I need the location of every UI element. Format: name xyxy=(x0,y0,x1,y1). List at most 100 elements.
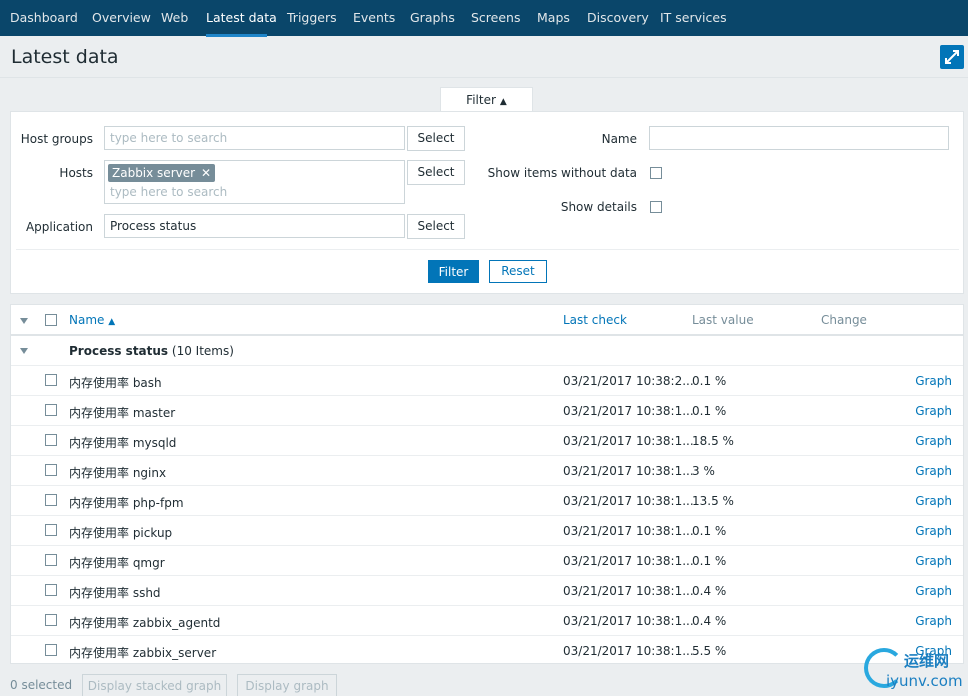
row-checkbox[interactable] xyxy=(45,434,57,446)
application-input[interactable]: Process status xyxy=(104,214,405,238)
item-last-check: 03/21/2017 10:38:1... xyxy=(563,554,694,568)
item-name: 内存使用率 master xyxy=(69,406,176,420)
graph-link[interactable]: Graph xyxy=(915,404,952,418)
item-last-value: 0.4 % xyxy=(692,614,727,628)
nav-events[interactable]: Events xyxy=(353,10,395,25)
filter-tab[interactable]: Filter ▲ xyxy=(440,87,533,112)
remove-chip-icon[interactable]: ✕ xyxy=(201,166,211,180)
row-checkbox[interactable] xyxy=(45,614,57,626)
graph-link[interactable]: Graph xyxy=(915,554,952,568)
graph-link[interactable]: Graph xyxy=(915,494,952,508)
host-chip: Zabbix server ✕ xyxy=(108,164,216,182)
item-name: 内存使用率 sshd xyxy=(69,586,161,600)
nav-screens[interactable]: Screens xyxy=(471,10,521,25)
graph-link[interactable]: Graph xyxy=(915,614,952,628)
header-change: Change xyxy=(821,313,867,327)
nav-web[interactable]: Web xyxy=(161,10,188,25)
group-title: Process status (10 Items) xyxy=(69,344,234,358)
item-last-value: 18.5 % xyxy=(692,434,734,448)
caret-up-icon: ▲ xyxy=(499,97,507,107)
collapse-all-icon[interactable] xyxy=(20,318,28,324)
table-row: 内存使用率 master 03/21/2017 10:38:1... 0.1 % Gr… xyxy=(11,396,963,426)
sort-asc-icon: ▲ xyxy=(108,317,116,327)
row-checkbox[interactable] xyxy=(45,404,57,416)
nav-overview[interactable]: Overview xyxy=(92,10,151,25)
graph-link[interactable]: Graph xyxy=(915,374,952,388)
watermark-en: iyunv.com xyxy=(886,672,963,690)
item-last-check: 03/21/2017 10:38:1... xyxy=(563,584,694,598)
item-name: 内存使用率 php-fpm xyxy=(69,496,184,510)
item-last-value: 5.5 % xyxy=(692,644,727,658)
item-name: 内存使用率 zabbix_server xyxy=(69,646,217,660)
hosts-select-button[interactable]: Select xyxy=(407,160,465,185)
host-groups-input[interactable]: type here to search xyxy=(104,126,405,150)
item-name: 内存使用率 nginx xyxy=(69,466,167,480)
item-last-check: 03/21/2017 10:38:1... xyxy=(563,614,694,628)
collapse-group-icon[interactable] xyxy=(20,348,28,354)
show-details-checkbox[interactable] xyxy=(650,201,662,213)
fullscreen-button[interactable] xyxy=(940,45,964,69)
display-graph-button[interactable]: Display graph xyxy=(237,674,337,696)
item-last-check: 03/21/2017 10:38:1... xyxy=(563,524,694,538)
nav-it-services[interactable]: IT services xyxy=(660,10,727,25)
table-row: 内存使用率 pickup 03/21/2017 10:38:1... 0.1 % Gr… xyxy=(11,516,963,546)
filter-divider xyxy=(16,249,959,250)
item-last-value: 0.4 % xyxy=(692,584,727,598)
name-label: Name xyxy=(601,132,637,146)
graph-link[interactable]: Graph xyxy=(915,434,952,448)
table-row: 内存使用率 nginx 03/21/2017 10:38:1... 3 % Graph xyxy=(11,456,963,486)
application-select-button[interactable]: Select xyxy=(407,214,465,239)
watermark-logo: 运维网 iyunv.com xyxy=(864,648,968,696)
item-last-check: 03/21/2017 10:38:1... xyxy=(563,434,694,448)
nav-maps[interactable]: Maps xyxy=(537,10,570,25)
hosts-multiselect[interactable]: Zabbix server ✕ type here to search xyxy=(104,160,405,204)
graph-link[interactable]: Graph xyxy=(915,584,952,598)
graph-link[interactable]: Graph xyxy=(915,524,952,538)
table-row: 内存使用率 qmgr 03/21/2017 10:38:1... 0.1 % Grap… xyxy=(11,546,963,576)
nav-graphs[interactable]: Graphs xyxy=(410,10,455,25)
item-last-value: 0.1 % xyxy=(692,554,727,568)
latest-data-table: Name ▲ Last check Last value Change Proc… xyxy=(10,304,964,664)
graph-link[interactable]: Graph xyxy=(915,464,952,478)
item-last-value: 3 % xyxy=(692,464,715,478)
show-details-label: Show details xyxy=(560,200,637,214)
hosts-search-input[interactable]: type here to search xyxy=(110,185,227,199)
header-last-check[interactable]: Last check xyxy=(563,313,627,327)
application-label: Application xyxy=(25,220,93,234)
host-groups-label: Host groups xyxy=(20,132,93,146)
header-name-label: Name xyxy=(69,313,105,327)
header-name[interactable]: Name ▲ xyxy=(69,313,115,327)
item-last-check: 03/21/2017 10:38:1... xyxy=(563,494,694,508)
filter-panel: Host groups type here to search Select H… xyxy=(10,111,964,294)
item-name: 内存使用率 mysqld xyxy=(69,436,177,450)
page-title: Latest data xyxy=(11,46,119,68)
show-without-data-checkbox[interactable] xyxy=(650,167,662,179)
table-row: 内存使用率 zabbix_server 03/21/2017 10:38:1...… xyxy=(11,636,963,663)
table-row: 内存使用率 php-fpm 03/21/2017 10:38:1... 13.5 %… xyxy=(11,486,963,516)
item-last-value: 0.1 % xyxy=(692,524,727,538)
name-input[interactable] xyxy=(649,126,949,150)
reset-button[interactable]: Reset xyxy=(489,260,547,283)
select-all-checkbox[interactable] xyxy=(45,314,57,326)
filter-button[interactable]: Filter xyxy=(428,260,479,283)
row-checkbox[interactable] xyxy=(45,494,57,506)
row-checkbox[interactable] xyxy=(45,464,57,476)
filter-tab-label: Filter xyxy=(466,93,496,107)
row-checkbox[interactable] xyxy=(45,374,57,386)
row-checkbox[interactable] xyxy=(45,644,57,656)
item-name: 内存使用率 qmgr xyxy=(69,556,165,570)
display-stacked-graph-button[interactable]: Display stacked graph xyxy=(82,674,227,696)
item-last-value: 0.1 % xyxy=(692,404,727,418)
row-checkbox[interactable] xyxy=(45,524,57,536)
title-divider xyxy=(0,77,968,78)
item-last-check: 03/21/2017 10:38:1... xyxy=(563,464,694,478)
nav-dashboard[interactable]: Dashboard xyxy=(10,10,78,25)
nav-latest-data[interactable]: Latest data xyxy=(206,10,277,25)
show-without-data-label: Show items without data xyxy=(487,166,637,180)
row-checkbox[interactable] xyxy=(45,584,57,596)
nav-triggers[interactable]: Triggers xyxy=(287,10,337,25)
host-groups-select-button[interactable]: Select xyxy=(407,126,465,151)
row-checkbox[interactable] xyxy=(45,554,57,566)
nav-discovery[interactable]: Discovery xyxy=(587,10,649,25)
nav-active-indicator xyxy=(206,34,267,37)
